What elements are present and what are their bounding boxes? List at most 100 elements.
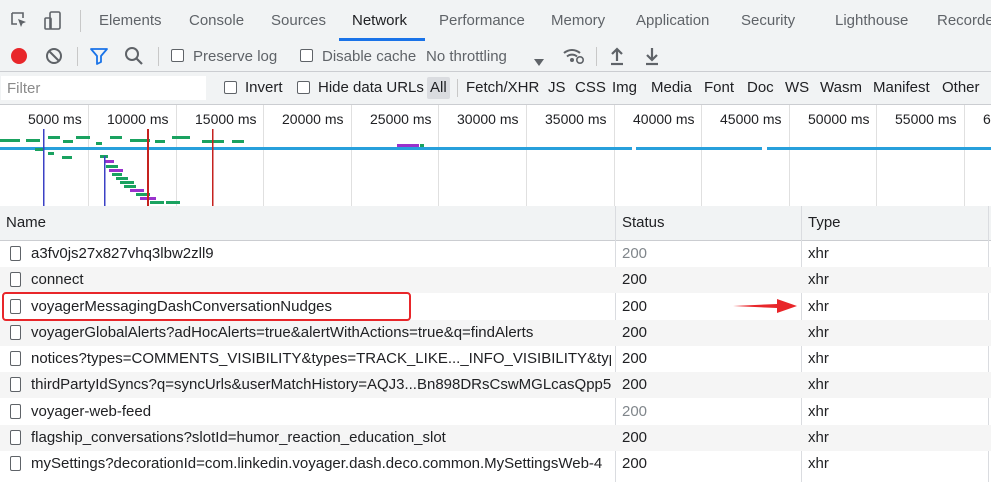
request-type: xhr <box>808 403 829 420</box>
request-status: 200 <box>622 324 648 341</box>
document-icon <box>10 325 21 340</box>
type-filter-media[interactable]: Media <box>651 72 692 104</box>
throttling-select[interactable]: No throttling <box>426 42 507 71</box>
request-status: 200 <box>622 455 648 472</box>
table-row[interactable]: flagship_conversations?slotId=humor_reac… <box>0 425 991 451</box>
request-status: 200 <box>622 298 648 315</box>
request-name: voyagerGlobalAlerts?adHocAlerts=true&ale… <box>31 324 534 341</box>
export-har-icon[interactable] <box>644 46 660 70</box>
network-overview-timeline[interactable]: 5000 ms 10000 ms 15000 ms 20000 ms 25000… <box>0 105 991 207</box>
document-icon <box>10 430 21 445</box>
request-status: 200 <box>622 376 648 393</box>
tab-network[interactable]: Network <box>352 0 407 42</box>
request-name: thirdPartyIdSyncs?q=syncUrls&userMatchHi… <box>31 376 611 393</box>
type-filter-wasm[interactable]: Wasm <box>820 72 862 104</box>
active-tab-indicator <box>339 38 425 41</box>
request-type: xhr <box>808 350 829 367</box>
tab-elements[interactable]: Elements <box>99 0 162 42</box>
red-arrow-annotation <box>733 296 799 321</box>
column-header-status[interactable]: Status <box>622 206 665 240</box>
request-type: xhr <box>808 245 829 262</box>
tab-memory[interactable]: Memory <box>551 0 605 42</box>
request-type: xhr <box>808 324 829 341</box>
type-filter-fetch-xhr[interactable]: Fetch/XHR <box>466 72 539 104</box>
request-type: xhr <box>808 429 829 446</box>
toolbar-divider <box>158 47 159 66</box>
table-row[interactable]: a3fv0js27x827vhq3lbw2zll9 200 xhr <box>0 241 991 267</box>
tab-security[interactable]: Security <box>741 0 795 42</box>
request-type: xhr <box>808 298 829 315</box>
request-type: xhr <box>808 271 829 288</box>
filter-bar: Invert Hide data URLs All Fetch/XHR JS C… <box>0 72 991 105</box>
tab-recorder[interactable]: Recorder <box>937 0 991 42</box>
requests-table-header: Name Status Type <box>0 206 991 241</box>
tab-application[interactable]: Application <box>636 0 709 42</box>
type-filter-all[interactable]: All <box>427 77 450 99</box>
request-status: 200 <box>622 245 648 262</box>
device-toolbar-icon[interactable] <box>44 11 62 36</box>
type-filter-ws[interactable]: WS <box>785 72 809 104</box>
request-name: voyager-web-feed <box>31 403 152 420</box>
search-icon[interactable] <box>124 46 144 70</box>
record-button[interactable] <box>10 47 28 69</box>
toolbar-divider <box>596 47 597 66</box>
document-icon <box>10 246 21 261</box>
document-icon <box>10 404 21 419</box>
hide-data-urls-checkbox[interactable] <box>297 81 310 94</box>
request-status: 200 <box>622 403 648 420</box>
filter-divider <box>457 79 458 97</box>
invert-checkbox[interactable] <box>224 81 237 94</box>
table-row[interactable]: voyagerGlobalAlerts?adHocAlerts=true&ale… <box>0 320 991 346</box>
type-filter-css[interactable]: CSS <box>575 72 606 104</box>
document-icon <box>10 272 21 287</box>
request-name: a3fv0js27x827vhq3lbw2zll9 <box>31 245 214 262</box>
hide-data-urls-label: Hide data URLs <box>318 79 424 96</box>
request-status: 200 <box>622 350 648 367</box>
disable-cache-checkbox[interactable] <box>300 49 313 62</box>
request-type: xhr <box>808 455 829 472</box>
preserve-log-label: Preserve log <box>193 48 278 65</box>
filter-input[interactable] <box>1 76 206 100</box>
highlight-box-annotation <box>2 292 411 321</box>
tab-lighthouse[interactable]: Lighthouse <box>835 0 908 42</box>
inspect-element-icon[interactable] <box>10 11 28 34</box>
type-filter-doc[interactable]: Doc <box>747 72 774 104</box>
request-name: notices?types=COMMENTS_VISIBILITY&types=… <box>31 350 611 367</box>
tab-bar-divider <box>80 10 81 32</box>
column-header-name[interactable]: Name <box>6 206 46 240</box>
tab-console[interactable]: Console <box>189 0 244 42</box>
table-row[interactable]: thirdPartyIdSyncs?q=syncUrls&userMatchHi… <box>0 372 991 398</box>
table-row[interactable]: notices?types=COMMENTS_VISIBILITY&types=… <box>0 346 991 372</box>
tab-performance[interactable]: Performance <box>439 0 525 42</box>
type-filter-js[interactable]: JS <box>548 72 566 104</box>
request-name: flagship_conversations?slotId=humor_reac… <box>31 429 446 446</box>
document-icon <box>10 351 21 366</box>
request-name: connect <box>31 271 84 288</box>
tab-sources[interactable]: Sources <box>271 0 326 42</box>
request-type: xhr <box>808 376 829 393</box>
type-filter-img[interactable]: Img <box>612 72 637 104</box>
disable-cache-label: Disable cache <box>322 48 417 65</box>
document-icon <box>10 377 21 392</box>
invert-label: Invert <box>245 79 283 96</box>
column-header-type[interactable]: Type <box>808 206 841 240</box>
import-har-icon[interactable] <box>609 46 625 70</box>
table-row[interactable]: mySettings?decorationId=com.linkedin.voy… <box>0 451 991 477</box>
request-status: 200 <box>622 271 648 288</box>
type-filter-other[interactable]: Other <box>942 72 980 104</box>
network-conditions-icon[interactable] <box>562 46 585 70</box>
type-filter-manifest[interactable]: Manifest <box>873 72 930 104</box>
filter-funnel-icon[interactable] <box>90 47 108 69</box>
document-icon <box>10 456 21 471</box>
toolbar-divider <box>77 47 78 66</box>
preserve-log-checkbox[interactable] <box>171 49 184 62</box>
table-row[interactable]: connect 200 xhr <box>0 267 991 293</box>
clear-log-icon[interactable] <box>45 47 63 69</box>
chevron-down-icon[interactable] <box>534 53 544 70</box>
request-name: mySettings?decorationId=com.linkedin.voy… <box>31 455 603 472</box>
type-filter-font[interactable]: Font <box>704 72 734 104</box>
request-status: 200 <box>622 429 648 446</box>
devtools-tab-bar: Elements Console Sources Network Perform… <box>0 0 991 43</box>
table-row[interactable]: voyager-web-feed 200 xhr <box>0 399 991 425</box>
overview-waterfall-graph <box>0 129 991 206</box>
